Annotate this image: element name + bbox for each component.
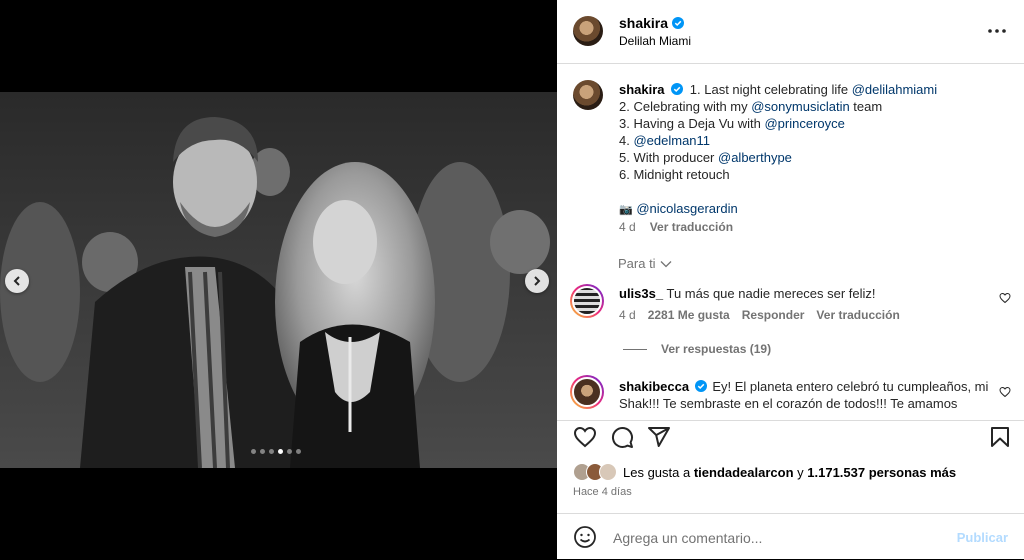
photo-credit-mention[interactable]: @nicolasgerardin	[636, 201, 737, 216]
chevron-left-icon	[13, 276, 20, 286]
likes-middle: y	[793, 464, 808, 480]
author-username[interactable]: shakira	[619, 15, 668, 31]
mention-link[interactable]: @alberthype	[718, 150, 792, 165]
author-avatar[interactable]	[573, 16, 603, 46]
mention-link[interactable]: @delilahmiami	[852, 82, 937, 97]
next-photo-button[interactable]	[525, 269, 549, 293]
caption-username[interactable]: shakira	[619, 82, 665, 97]
liker-username[interactable]: tiendadealarcon	[694, 465, 794, 480]
caption-line-2-after: team	[849, 99, 883, 114]
post-caption: shakira 1. Last night celebrating life @…	[619, 81, 1009, 219]
post-photo[interactable]	[0, 92, 557, 468]
mention-link[interactable]: @edelman11	[633, 133, 710, 148]
more-options-icon	[988, 29, 1006, 33]
author-name-row: shakira	[619, 15, 685, 31]
comment-likes[interactable]: 2281 Me gusta	[648, 308, 730, 322]
likes-prefix: Les gusta a	[623, 464, 694, 480]
verified-badge-icon	[672, 17, 685, 29]
commenter-username[interactable]: ulis3s_	[619, 286, 663, 301]
caption-meta: 4 d Ver traducción	[619, 220, 733, 234]
caption-avatar[interactable]	[573, 80, 603, 110]
comments-section[interactable]: shakira 1. Last night celebrating life @…	[557, 64, 1024, 420]
view-replies-label: Ver respuestas (19)	[661, 342, 772, 356]
comment-filter-label: Para ti	[618, 256, 656, 271]
replies-divider-line	[623, 348, 647, 350]
liker-avatars	[573, 463, 617, 481]
carousel-indicator	[251, 449, 301, 454]
caption-line-5: 5. With producer	[619, 150, 718, 165]
caption-line-1: 1. Last night celebrating life	[689, 82, 852, 97]
mention-link[interactable]: @sonymusiclatin	[751, 99, 849, 114]
commenter-avatar[interactable]	[570, 284, 604, 318]
previous-photo-button[interactable]	[5, 269, 29, 293]
commenter-avatar[interactable]	[570, 375, 604, 409]
media-pane	[0, 0, 557, 559]
reply-button[interactable]: Responder	[742, 308, 805, 322]
post-side-panel: shakira Delilah Miami shakira 1. Last ni…	[557, 0, 1024, 559]
publish-button[interactable]: Publicar	[957, 530, 1008, 545]
caption-line-3: 3. Having a Deja Vu with	[619, 116, 765, 131]
caption-time[interactable]: 4 d	[619, 220, 636, 234]
carousel-dot	[251, 449, 256, 454]
comment-translate-button[interactable]: Ver traducción	[816, 308, 899, 322]
verified-badge-icon	[671, 83, 684, 95]
likes-text[interactable]: Les gusta a tiendadealarcon y 1.171.537 …	[623, 465, 956, 480]
comment-time[interactable]: 4 d	[619, 308, 636, 322]
caption-line-6: 6. Midnight retouch	[619, 167, 730, 182]
carousel-dot	[287, 449, 292, 454]
share-icon[interactable]	[647, 425, 671, 449]
comment-filter-dropdown[interactable]: Para ti	[618, 256, 672, 271]
photo-illustration	[0, 92, 557, 468]
heart-icon[interactable]	[573, 425, 597, 449]
chevron-down-icon	[660, 260, 672, 267]
comment-input[interactable]	[611, 524, 945, 552]
comment-body: shakibecca Ey! El planeta entero celebró…	[619, 378, 989, 412]
comment-text: Tu más que nadie mereces ser feliz!	[666, 286, 876, 301]
chevron-right-icon	[534, 276, 541, 286]
carousel-dot	[296, 449, 301, 454]
heart-icon[interactable]	[999, 292, 1011, 304]
camera-emoji-icon: 📷	[619, 204, 633, 216]
post-header: shakira Delilah Miami	[557, 0, 1024, 64]
likes-summary: Les gusta a tiendadealarcon y 1.171.537 …	[573, 463, 956, 481]
post-location[interactable]: Delilah Miami	[619, 34, 691, 48]
verified-badge-icon	[694, 380, 707, 392]
caption-translate-button[interactable]: Ver traducción	[650, 220, 733, 234]
view-replies-button[interactable]: Ver respuestas (19)	[623, 342, 771, 356]
add-comment-bar: Publicar	[557, 513, 1024, 560]
carousel-dot	[260, 449, 265, 454]
commenter-username[interactable]: shakibecca	[619, 379, 689, 394]
comment-meta: 4 d 2281 Me gusta Responder Ver traducci…	[619, 308, 900, 322]
caption-line-4: 4.	[619, 133, 634, 148]
bookmark-icon[interactable]	[988, 425, 1012, 449]
mention-link[interactable]: @princeroyce	[764, 116, 844, 131]
heart-icon[interactable]	[999, 386, 1011, 398]
comment-icon[interactable]	[610, 425, 634, 449]
likes-count[interactable]: 1.171.537 personas más	[807, 465, 956, 480]
comment-body: ulis3s_ Tu más que nadie mereces ser fel…	[619, 285, 989, 302]
emoji-icon[interactable]	[573, 525, 597, 549]
caption-line-2: 2. Celebrating with my	[619, 99, 752, 114]
carousel-dot	[278, 449, 283, 454]
post-actions	[557, 420, 1024, 451]
post-time-ago[interactable]: Hace 4 días	[573, 486, 632, 498]
more-options-button[interactable]	[986, 20, 1008, 42]
carousel-dot	[269, 449, 274, 454]
